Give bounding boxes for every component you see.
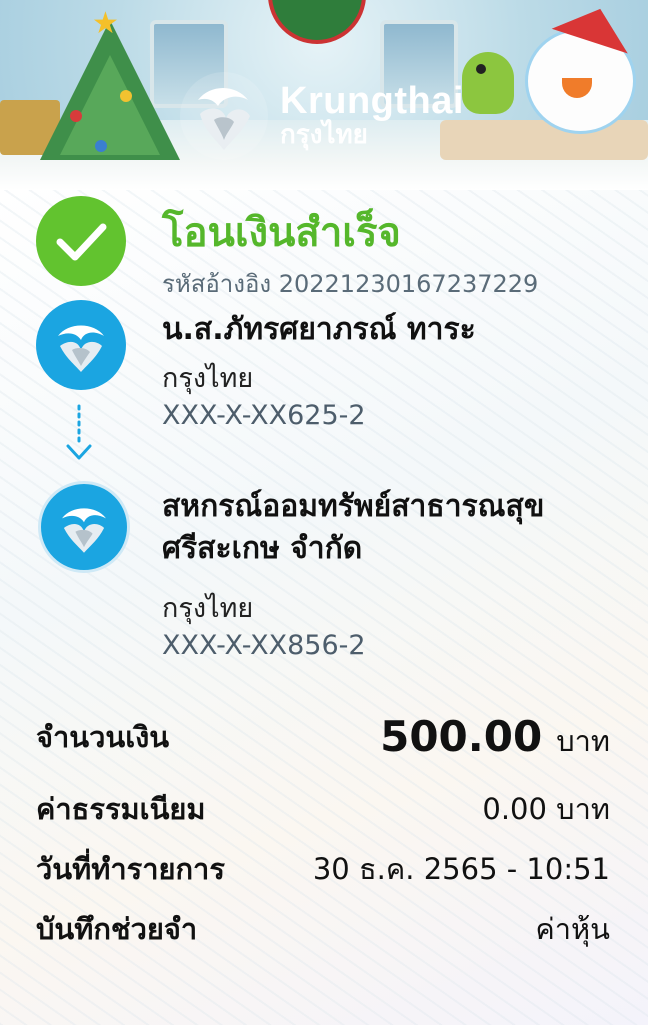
star-icon: ★: [92, 6, 119, 41]
receiver-account-number: XXX-X-XX856-2: [162, 630, 366, 661]
amount-unit: บาท: [556, 724, 610, 758]
ornament-illustration: [95, 140, 107, 152]
receiver-bank-logo: [38, 481, 130, 573]
sender-account-number: XXX-X-XX625-2: [162, 400, 366, 431]
amount-value: 500.00 บาท: [380, 712, 610, 764]
holiday-banner: ★ Krungthai กรุงไทย: [0, 0, 648, 190]
memo-label: บันทึกช่วยจำ: [36, 912, 198, 946]
brand-name-th: กรุงไทย: [280, 120, 368, 150]
krungthai-bird-icon: [62, 508, 106, 553]
krungthai-bird-icon: [180, 72, 268, 160]
transaction-date-label: วันที่ทำรายการ: [36, 852, 225, 886]
check-icon: [56, 223, 107, 261]
sender-bank-logo: [36, 300, 126, 390]
memo-value: ค่าหุ้น: [535, 912, 610, 946]
krungthai-bird-icon: [58, 325, 104, 372]
table-illustration: [440, 120, 648, 160]
receiver-name: สหกรณ์ออมทรัพย์สาธารณสุขศรีสะเกษ จำกัด: [162, 489, 545, 566]
fee-value: 0.00 บาท: [482, 792, 610, 826]
success-badge: [36, 196, 126, 286]
sender-name: น.ส.ภัทรศยาภรณ์ ทาระ: [162, 312, 476, 347]
brand-name-en: Krungthai: [280, 80, 464, 122]
ornament-illustration: [70, 110, 82, 122]
dino-mascot-illustration: [462, 52, 514, 114]
ornament-illustration: [120, 90, 132, 102]
christmas-tree-illustration: [60, 55, 160, 155]
arrow-down-icon: [66, 404, 92, 460]
dino-eye: [476, 64, 486, 74]
fee-label: ค่าธรรมเนียม: [36, 792, 206, 826]
sender-bank-name: กรุงไทย: [162, 363, 254, 394]
amount-number: 500.00: [380, 712, 543, 761]
transfer-status-title: โอนเงินสำเร็จ: [162, 210, 401, 256]
amount-label: จำนวนเงิน: [36, 720, 170, 754]
receiver-bank-name: กรุงไทย: [162, 593, 254, 624]
reference-number: รหัสอ้างอิง 20221230167237229: [162, 270, 539, 298]
transaction-date-value: 30 ธ.ค. 2565 - 10:51: [312, 852, 610, 886]
krungthai-logo: Krungthai กรุงไทย: [178, 68, 464, 164]
